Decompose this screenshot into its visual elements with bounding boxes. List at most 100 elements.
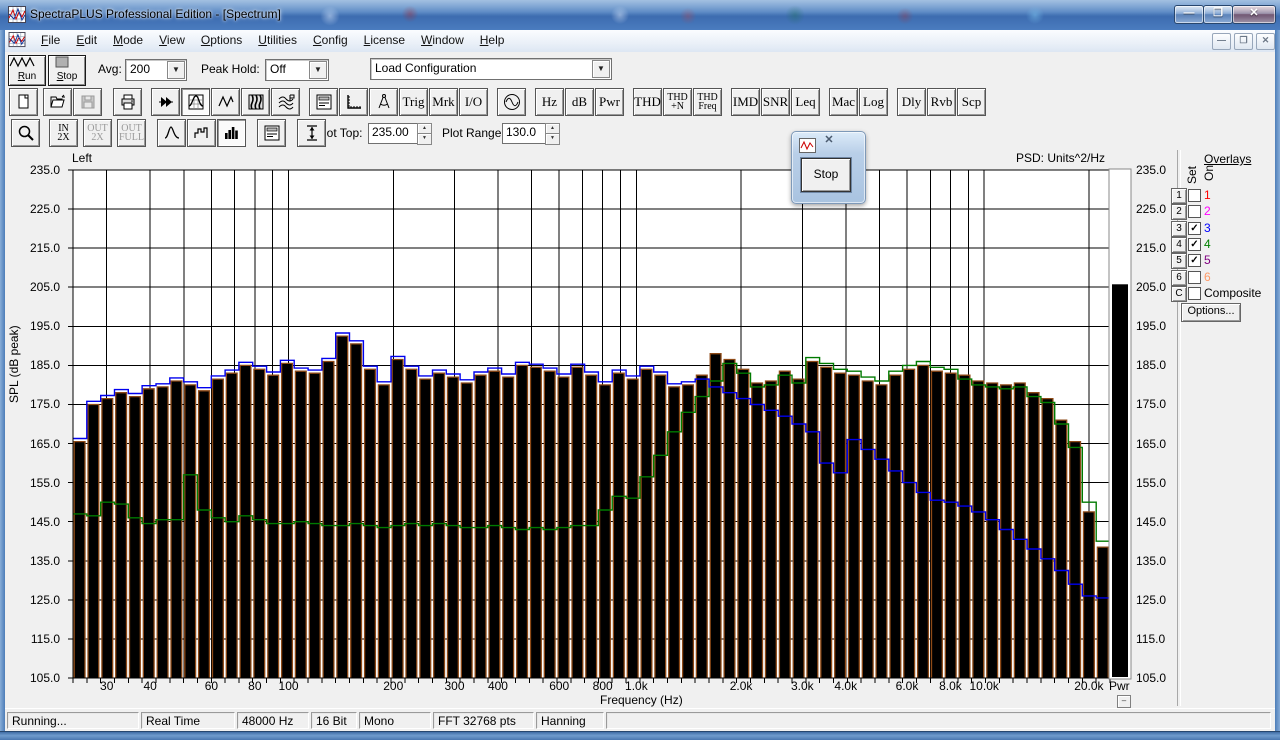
overlay-checkbox-4[interactable]: ✓ — [1188, 237, 1201, 251]
menu-item-utilities[interactable]: Utilities — [250, 30, 305, 51]
overlay-checkbox-2[interactable] — [1188, 205, 1201, 219]
peak-hold-combobox[interactable]: Off ▼ — [265, 59, 329, 81]
compass-icon — [378, 94, 389, 109]
status-segment-2: 48000 Hz — [237, 711, 309, 729]
thd-freq-button[interactable]: THD Freq — [693, 88, 722, 116]
snr-button[interactable]: SNR — [761, 88, 790, 116]
y-tick-label-right-175.0: 175.0 — [1136, 397, 1167, 412]
spectrum-chart[interactable] — [62, 168, 1116, 692]
menu-item-options[interactable]: Options — [193, 30, 250, 51]
palette-stop-button[interactable]: Stop — [801, 158, 851, 192]
open-file-button[interactable] — [43, 88, 72, 116]
surface-view-button[interactable] — [271, 88, 300, 116]
macro-button[interactable]: Mac — [829, 88, 858, 116]
menu-item-edit[interactable]: Edit — [68, 30, 105, 51]
save-button[interactable] — [73, 88, 102, 116]
signal-generator-button[interactable] — [497, 88, 526, 116]
plot-options-button[interactable] — [257, 119, 286, 147]
menu-item-license[interactable]: License — [356, 30, 413, 51]
time-series-view-button[interactable] — [211, 88, 240, 116]
line-plot-button[interactable] — [157, 119, 186, 147]
spectrogram-icon — [248, 94, 263, 110]
zoom-tool-button[interactable] — [11, 119, 40, 147]
mdi-minimize-button[interactable]: — — [1212, 33, 1231, 50]
imd-button[interactable]: IMD — [731, 88, 760, 116]
trigger-button[interactable]: Trig — [399, 88, 428, 116]
mdi-close-button[interactable]: ✕ — [1256, 33, 1275, 50]
avg-combobox[interactable]: 200 ▼ — [125, 59, 187, 81]
plot-top-field[interactable]: 235.00 — [368, 123, 419, 144]
minimize-button[interactable]: — — [1174, 5, 1204, 24]
menu-item-window[interactable]: Window — [413, 30, 472, 51]
palette-icon — [799, 138, 816, 153]
stop-square-icon — [55, 56, 69, 68]
palette-close-icon[interactable]: ✕ — [822, 134, 836, 147]
plot-top-spinner[interactable]: ▲ ▼ — [417, 123, 432, 145]
plot-range-spinner[interactable]: ▲ ▼ — [545, 123, 560, 145]
menu-item-config[interactable]: Config — [305, 30, 356, 51]
reverb-button[interactable]: Rvb — [927, 88, 956, 116]
display-settings-button[interactable] — [309, 88, 338, 116]
menu-item-mode[interactable]: Mode — [105, 30, 151, 51]
spectrogram-view-button[interactable] — [241, 88, 270, 116]
stop-button[interactable]: Stop — [48, 55, 86, 86]
overlays-title: Overlays — [1204, 152, 1252, 166]
step-plot-button[interactable] — [187, 119, 216, 147]
zoom-out-full-button[interactable]: OUT FULL — [117, 119, 146, 147]
avg-label: Avg: — [98, 62, 122, 76]
plot-range-field[interactable]: 130.0 — [502, 123, 548, 144]
plot-top-spin-down[interactable]: ▼ — [417, 133, 432, 145]
overlay-checkbox-1[interactable] — [1188, 189, 1201, 202]
peak-hold-dropdown-arrow[interactable]: ▼ — [309, 61, 327, 79]
overlay-checkbox-3[interactable]: ✓ — [1188, 221, 1201, 235]
avg-dropdown-arrow[interactable]: ▼ — [167, 61, 185, 79]
stop-palette-window[interactable]: ✕ Stop — [791, 131, 866, 204]
load-configuration-combobox[interactable]: Load Configuration ▼ — [370, 58, 612, 80]
overlay-set-button-5[interactable]: 5 — [1171, 253, 1187, 270]
process-button[interactable] — [151, 88, 180, 116]
zoom-in-2x-button[interactable]: IN 2X — [49, 119, 78, 147]
leq-button[interactable]: Leq — [791, 88, 820, 116]
overlay-set-button-3[interactable]: 3 — [1171, 220, 1187, 237]
run-button[interactable]: Run — [8, 55, 46, 86]
close-button[interactable]: ✕ — [1232, 5, 1276, 24]
log-button[interactable]: Log — [859, 88, 888, 116]
print-button[interactable] — [113, 88, 142, 116]
power-meter-minimize-button[interactable]: – — [1117, 695, 1131, 708]
overlay-checkbox-6[interactable] — [1188, 270, 1201, 284]
mdi-restore-button[interactable]: ❐ — [1234, 33, 1253, 50]
menu-item-view[interactable]: View — [151, 30, 193, 51]
overlay-label-5: 5 — [1204, 253, 1211, 268]
maximize-button[interactable]: ❐ — [1203, 5, 1233, 24]
scaling-button[interactable] — [339, 88, 368, 116]
bar-plot-button[interactable] — [217, 119, 246, 147]
new-file-button[interactable] — [9, 88, 38, 116]
pwr-button[interactable]: Pwr — [595, 88, 624, 116]
overlay-checkbox-c[interactable] — [1188, 286, 1201, 300]
calibration-button[interactable] — [369, 88, 398, 116]
overlay-checkbox-5[interactable]: ✓ — [1188, 254, 1201, 268]
menu-item-help[interactable]: Help — [472, 30, 513, 51]
scope-button[interactable]: Scp — [957, 88, 986, 116]
plot-range-label: Plot Range: — [442, 126, 505, 140]
delay-button[interactable]: Dly — [897, 88, 926, 116]
plot-range-spin-down[interactable]: ▼ — [545, 133, 560, 145]
spectrum-view-button[interactable] — [181, 88, 210, 116]
vertical-range-button[interactable] — [297, 119, 326, 147]
mdi-child-icon[interactable] — [8, 32, 26, 48]
hz-button[interactable]: Hz — [535, 88, 564, 116]
zoom-out-2x-button[interactable]: OUT 2X — [83, 119, 112, 147]
overlay-label-2: 2 — [1204, 204, 1211, 219]
y-tick-label-left-225.0: 225.0 — [29, 202, 60, 217]
overlays-options-button[interactable]: Options... — [1181, 303, 1241, 322]
thd-n-button[interactable]: THD +N — [663, 88, 692, 116]
marker-button[interactable]: Mrk — [429, 88, 458, 116]
menu-item-file[interactable]: File — [33, 30, 68, 51]
y-tick-label-left-205.0: 205.0 — [29, 280, 60, 295]
x-tick-label-400: 400 — [487, 679, 508, 693]
load-configuration-dropdown-arrow[interactable]: ▼ — [592, 60, 610, 78]
generator-icon — [503, 94, 520, 110]
io-button[interactable]: I/O — [459, 88, 488, 116]
db-button[interactable]: dB — [565, 88, 594, 116]
thd-button[interactable]: THD — [633, 88, 662, 116]
